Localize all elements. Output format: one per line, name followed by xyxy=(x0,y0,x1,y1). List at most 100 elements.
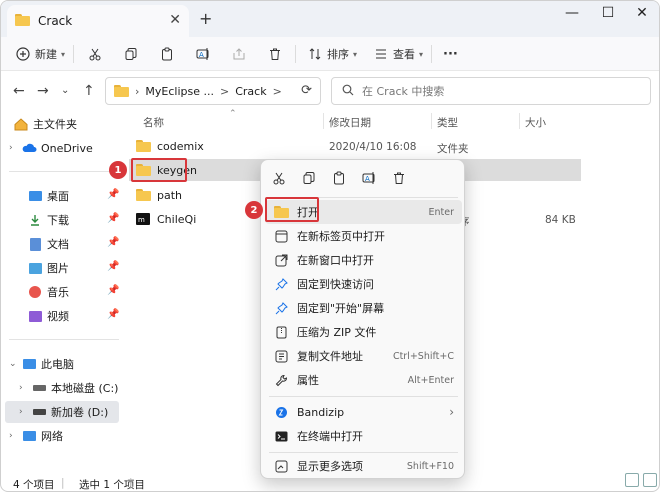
sidebar-item-pictures[interactable]: 图片 xyxy=(27,257,69,279)
menu-item-label: Bandizip xyxy=(297,405,345,419)
search-icon xyxy=(342,84,354,99)
chevron-right-icon[interactable]: › xyxy=(9,143,21,153)
tab-title: Crack xyxy=(38,14,73,28)
sidebar-item-this-pc[interactable]: ⌄ 此电脑 xyxy=(9,353,74,375)
menu-item-pin-start[interactable]: 固定到"开始"屏幕 xyxy=(265,296,462,320)
column-header-size[interactable]: 大小 xyxy=(525,115,546,130)
sort-button[interactable]: 排序 ▾ xyxy=(307,43,357,65)
clipboard-icon[interactable] xyxy=(331,170,347,186)
paste-button[interactable] xyxy=(159,43,175,65)
sort-icon xyxy=(307,46,323,62)
view-button[interactable]: 查看 ▾ xyxy=(373,43,423,65)
menu-item-open-terminal[interactable]: 在终端中打开 xyxy=(265,424,462,448)
close-button[interactable]: ✕ xyxy=(627,5,657,25)
file-name: ChileQi xyxy=(157,212,197,226)
menu-item-bandizip[interactable]: Bandizip › xyxy=(265,400,462,424)
tiles-view-icon[interactable] xyxy=(643,473,657,487)
pin-icon[interactable]: 📌 xyxy=(107,309,119,320)
chevron-right-icon[interactable]: › xyxy=(9,431,21,441)
breadcrumb-separator: > xyxy=(272,84,282,98)
forward-arrow-icon[interactable]: → xyxy=(37,83,49,99)
sort-chevron-icon: ⌃ xyxy=(229,109,237,119)
maximize-button[interactable]: ☐ xyxy=(593,5,623,25)
trash-icon[interactable] xyxy=(391,170,407,186)
sidebar-item-label: 音乐 xyxy=(47,286,69,299)
sidebar-item-network[interactable]: › 网络 xyxy=(9,425,63,447)
more-options-button[interactable]: ··· xyxy=(443,43,458,65)
breadcrumb-crack[interactable]: Crack xyxy=(235,85,266,98)
menu-item-open-new-tab[interactable]: 在新标签页中打开 xyxy=(265,224,462,248)
sidebar-item-documents[interactable]: 文档 xyxy=(27,233,69,255)
file-type: 文件夹 xyxy=(437,143,469,155)
sidebar-item-desktop[interactable]: 桌面 xyxy=(27,185,69,207)
up-arrow-icon[interactable]: ↑ xyxy=(83,83,95,99)
share-icon xyxy=(231,46,247,62)
menu-item-pin-quick-access[interactable]: 固定到快速访问 xyxy=(265,272,462,296)
drive-icon xyxy=(31,381,47,395)
trash-icon xyxy=(267,46,283,62)
details-view-icon[interactable] xyxy=(625,473,639,487)
sort-label: 排序 xyxy=(327,48,349,61)
sidebar-item-music[interactable]: 音乐 xyxy=(27,281,69,303)
copy-icon[interactable] xyxy=(301,170,317,186)
refresh-icon[interactable]: ⟳ xyxy=(301,83,312,98)
column-header-modified[interactable]: 修改日期 xyxy=(329,115,371,130)
delete-button[interactable] xyxy=(267,43,283,65)
pin-icon[interactable]: 📌 xyxy=(107,189,119,200)
tab-crack[interactable]: Crack ✕ xyxy=(7,5,189,37)
clipboard-icon xyxy=(159,46,175,62)
external-window-icon xyxy=(273,252,289,268)
menu-item-shortcut: Shift+F10 xyxy=(406,460,454,472)
zip-icon xyxy=(273,324,289,340)
pin-icon[interactable]: 📌 xyxy=(107,213,119,224)
search-input[interactable]: 在 Crack 中搜索 xyxy=(331,77,651,105)
menu-item-label: 在终端中打开 xyxy=(297,430,363,443)
minimize-button[interactable]: — xyxy=(557,5,587,25)
column-header-type[interactable]: 类型 xyxy=(437,115,458,130)
breadcrumb-myeclipse[interactable]: MyEclipse ... xyxy=(145,85,214,98)
pin-icon[interactable]: 📌 xyxy=(107,285,119,296)
menu-item-more-options[interactable]: 显示更多选项 Shift+F10 xyxy=(265,454,462,478)
music-icon xyxy=(27,285,43,299)
pin-icon[interactable]: 📌 xyxy=(107,261,119,272)
scissors-icon[interactable] xyxy=(271,170,287,186)
sidebar-item-label: 本地磁盘 (C:) xyxy=(51,382,119,395)
wrench-icon xyxy=(273,372,289,388)
menu-item-compress-zip[interactable]: 压缩为 ZIP 文件 xyxy=(265,320,462,344)
new-tab-button[interactable]: + xyxy=(199,9,212,28)
menu-item-shortcut: Enter xyxy=(428,206,455,218)
sidebar-item-home[interactable]: 主文件夹 xyxy=(13,113,77,135)
cut-button[interactable] xyxy=(87,43,103,65)
new-button[interactable]: 新建 ▾ xyxy=(15,43,65,65)
menu-item-copy-path[interactable]: 复制文件地址 Ctrl+Shift+C xyxy=(265,344,462,368)
rename-icon[interactable]: A xyxy=(361,170,377,186)
menu-item-open-new-window[interactable]: 在新窗口中打开 xyxy=(265,248,462,272)
sidebar-item-label: 网络 xyxy=(41,430,63,443)
address-bar[interactable]: › MyEclipse ... > Crack > ⟳ xyxy=(105,77,321,105)
copy-button[interactable] xyxy=(123,43,139,65)
back-arrow-icon[interactable]: ← xyxy=(13,83,25,99)
sidebar-item-videos[interactable]: 视频 xyxy=(27,305,69,327)
app-icon: m xyxy=(135,212,151,226)
share-button[interactable] xyxy=(231,43,247,65)
sidebar-item-onedrive[interactable]: › OneDrive xyxy=(9,137,93,159)
chevron-right-icon[interactable]: › xyxy=(19,407,31,417)
rename-button[interactable]: A xyxy=(195,43,211,65)
svg-text:A: A xyxy=(199,51,204,59)
pin-icon[interactable]: 📌 xyxy=(107,237,119,248)
column-header-name[interactable]: 名称 xyxy=(143,115,164,130)
sidebar-item-downloads[interactable]: 下载 xyxy=(27,209,69,231)
chevron-down-icon[interactable]: ⌄ xyxy=(9,359,21,369)
computer-icon xyxy=(21,357,37,371)
highlight-box-open xyxy=(265,197,319,222)
chevron-right-icon[interactable]: › xyxy=(19,383,31,393)
sidebar-item-drive-c[interactable]: › 本地磁盘 (C:) xyxy=(19,377,118,399)
search-placeholder: 在 Crack 中搜索 xyxy=(362,85,445,98)
sidebar-item-drive-d[interactable]: › 新加卷 (D:) xyxy=(5,401,119,423)
menu-item-properties[interactable]: 属性 Alt+Enter xyxy=(265,368,462,392)
recent-chevron-icon[interactable]: ⌄ xyxy=(61,85,69,96)
picture-icon xyxy=(27,261,43,275)
sidebar-item-label: 图片 xyxy=(47,262,69,275)
title-bar: Crack ✕ + — ☐ ✕ xyxy=(1,1,659,37)
tab-close-icon[interactable]: ✕ xyxy=(169,12,181,28)
